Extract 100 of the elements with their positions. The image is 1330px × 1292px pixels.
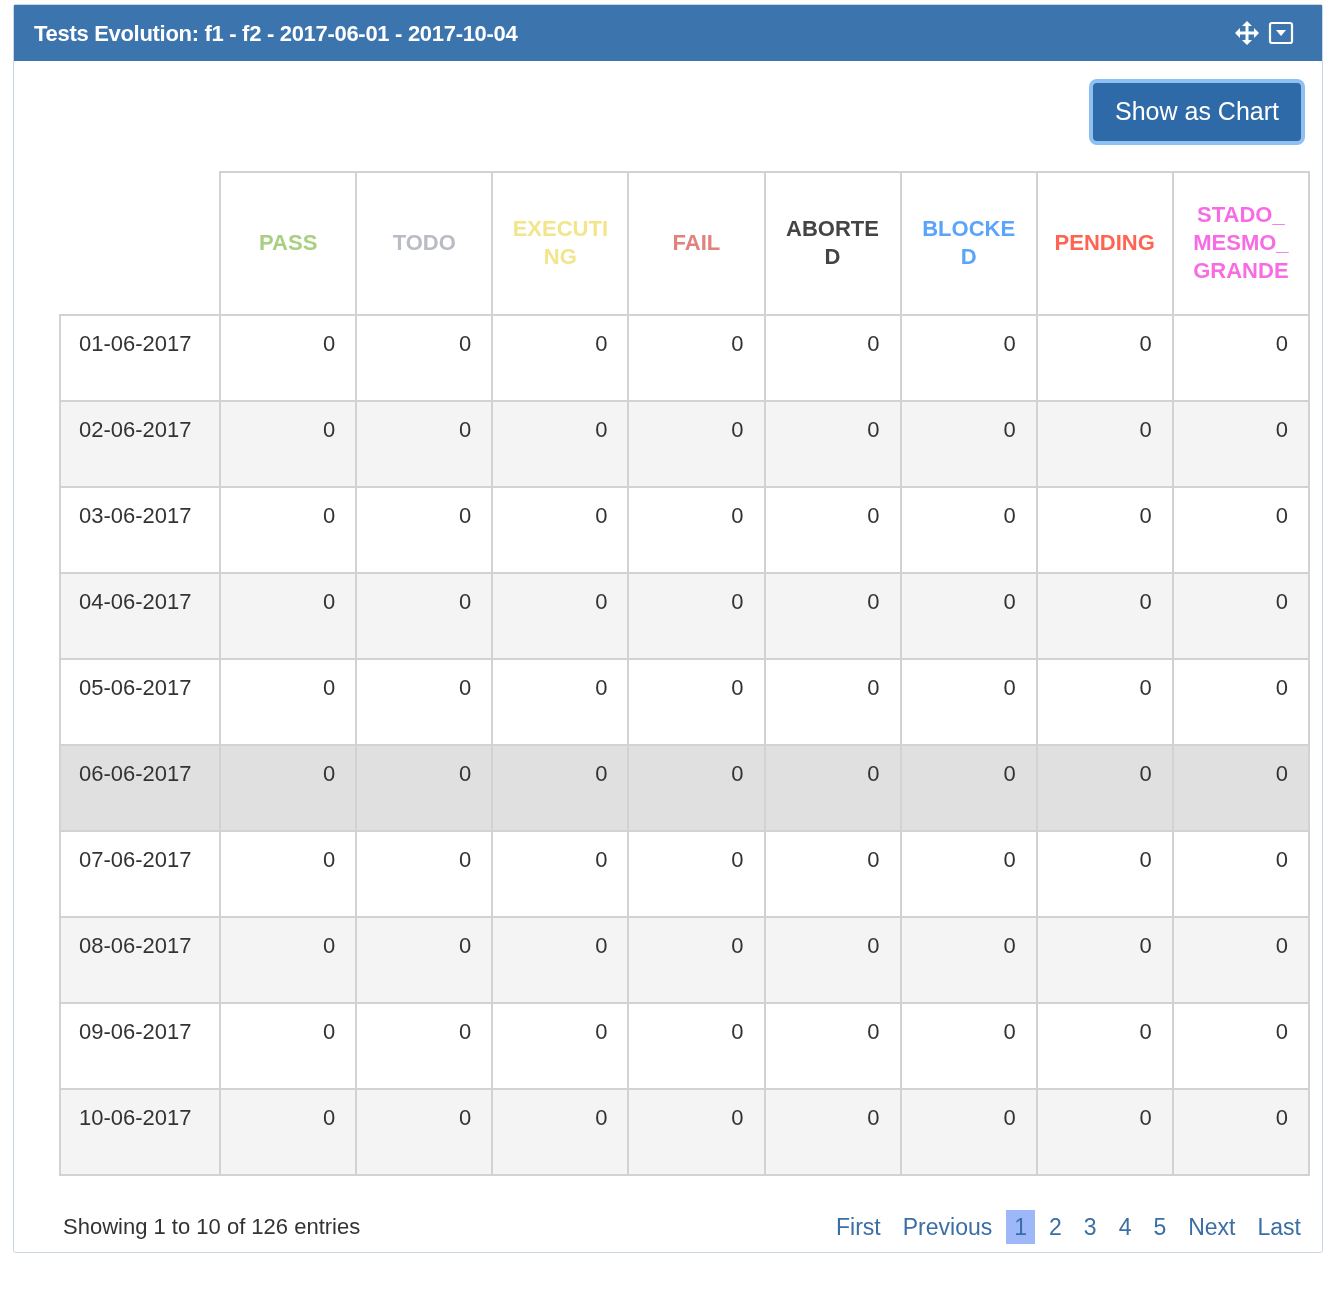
table-cell: 0 — [764, 744, 901, 831]
table-cell: 0 — [628, 1088, 765, 1175]
table-cell: 0 — [628, 572, 765, 659]
column-header[interactable]: FAIL — [628, 171, 765, 315]
table-cell: 0 — [764, 314, 901, 401]
table-cell: 0 — [764, 486, 901, 573]
table-cell: 0 — [1036, 1002, 1173, 1089]
table-cell: 0 — [628, 486, 765, 573]
table-cell: 0 — [492, 658, 629, 745]
table-cell: 0 — [356, 1088, 493, 1175]
table-cell: 0 — [764, 1088, 901, 1175]
table-cell: 0 — [628, 314, 765, 401]
table-cell: 0 — [220, 658, 357, 745]
table-cell: 0 — [220, 830, 357, 917]
table-cell: 0 — [628, 400, 765, 487]
table-cell: 0 — [764, 830, 901, 917]
page-link[interactable]: Next — [1180, 1209, 1244, 1244]
table-cell: 0 — [900, 830, 1037, 917]
table-cell: 0 — [492, 744, 629, 831]
page-link[interactable]: 2 — [1041, 1209, 1070, 1244]
page-link[interactable]: Last — [1249, 1209, 1309, 1244]
page-link[interactable]: Previous — [894, 1209, 1001, 1244]
date-cell: 07-06-2017 — [60, 830, 221, 917]
page-link[interactable]: 1 — [1006, 1209, 1036, 1244]
table-cell: 0 — [628, 1002, 765, 1089]
table-cell: 0 — [628, 744, 765, 831]
table-cell: 0 — [356, 1002, 493, 1089]
table-cell: 0 — [492, 1088, 629, 1175]
table-cell: 0 — [492, 486, 629, 573]
date-cell: 10-06-2017 — [60, 1088, 221, 1175]
table-cell: 0 — [220, 744, 357, 831]
table-cell: 0 — [628, 658, 765, 745]
table-cell: 0 — [356, 830, 493, 917]
table-cell: 0 — [356, 314, 493, 401]
page-link[interactable]: 5 — [1145, 1209, 1175, 1244]
table-cell: 0 — [1172, 658, 1309, 745]
table-cell: 0 — [900, 572, 1037, 659]
table-cell: 0 — [1172, 1002, 1309, 1089]
table-cell: 0 — [1036, 400, 1173, 487]
table-cell: 0 — [1036, 744, 1173, 831]
table-cell: 0 — [220, 916, 357, 1003]
table-cell: 0 — [900, 916, 1037, 1003]
table-cell: 0 — [900, 658, 1037, 745]
table-cell: 0 — [492, 1002, 629, 1089]
table-cell: 0 — [492, 314, 629, 401]
table-cell: 0 — [764, 916, 901, 1003]
table-cell: 0 — [1036, 658, 1173, 745]
dropdown-icon[interactable] — [1268, 20, 1294, 46]
table-cell: 0 — [220, 400, 357, 487]
table-cell: 0 — [900, 486, 1037, 573]
table-cell: 0 — [1036, 572, 1173, 659]
move-icon[interactable] — [1234, 20, 1260, 46]
table-cell: 0 — [1172, 744, 1309, 831]
table-cell: 0 — [220, 314, 357, 401]
table-cell: 0 — [356, 916, 493, 1003]
table-cell: 0 — [764, 658, 901, 745]
date-cell: 09-06-2017 — [60, 1002, 221, 1089]
table-cell: 0 — [1036, 486, 1173, 573]
table-cell: 0 — [1036, 916, 1173, 1003]
table-cell: 0 — [900, 1002, 1037, 1089]
column-header[interactable]: ABORTED — [764, 171, 901, 315]
table-cell: 0 — [356, 572, 493, 659]
table-cell: 0 — [220, 1002, 357, 1089]
table-cell: 0 — [1172, 486, 1309, 573]
table-cell: 0 — [764, 400, 901, 487]
table-cell: 0 — [900, 400, 1037, 487]
table-cell: 0 — [220, 1088, 357, 1175]
page-link[interactable]: First — [828, 1209, 889, 1244]
date-cell: 01-06-2017 — [60, 314, 221, 401]
table-cell: 0 — [900, 1088, 1037, 1175]
table-cell: 0 — [900, 744, 1037, 831]
date-cell: 02-06-2017 — [60, 400, 221, 487]
table-cell: 0 — [220, 572, 357, 659]
panel-title: Tests Evolution: f1 - f2 - 2017-06-01 - 2017-10-04 — [34, 19, 518, 48]
column-header[interactable]: PENDING — [1036, 171, 1173, 315]
table-cell: 0 — [492, 916, 629, 1003]
table-cell: 0 — [900, 314, 1037, 401]
table-cell: 0 — [1172, 916, 1309, 1003]
table-cell: 0 — [356, 400, 493, 487]
table-cell: 0 — [764, 572, 901, 659]
table-cell: 0 — [1036, 314, 1173, 401]
table-cell: 0 — [628, 830, 765, 917]
table-cell: 0 — [492, 400, 629, 487]
table-cell: 0 — [628, 916, 765, 1003]
page-link[interactable]: 4 — [1110, 1209, 1140, 1244]
table-cell: 0 — [1172, 830, 1309, 917]
date-cell: 03-06-2017 — [60, 486, 221, 573]
date-cell: 06-06-2017 — [60, 744, 221, 831]
date-cell: 05-06-2017 — [60, 658, 221, 745]
table-cell: 0 — [220, 486, 357, 573]
page-link[interactable]: 3 — [1075, 1209, 1105, 1244]
date-cell: 04-06-2017 — [60, 572, 221, 659]
date-cell: 08-06-2017 — [60, 916, 221, 1003]
table-cell: 0 — [1036, 1088, 1173, 1175]
table-cell: 0 — [764, 1002, 901, 1089]
entries-info: Showing 1 to 10 of 126 entries — [63, 1213, 361, 1241]
table-cell: 0 — [492, 572, 629, 659]
table-cell: 0 — [356, 744, 493, 831]
table-cell: 0 — [1172, 314, 1309, 401]
table-cell: 0 — [1172, 572, 1309, 659]
